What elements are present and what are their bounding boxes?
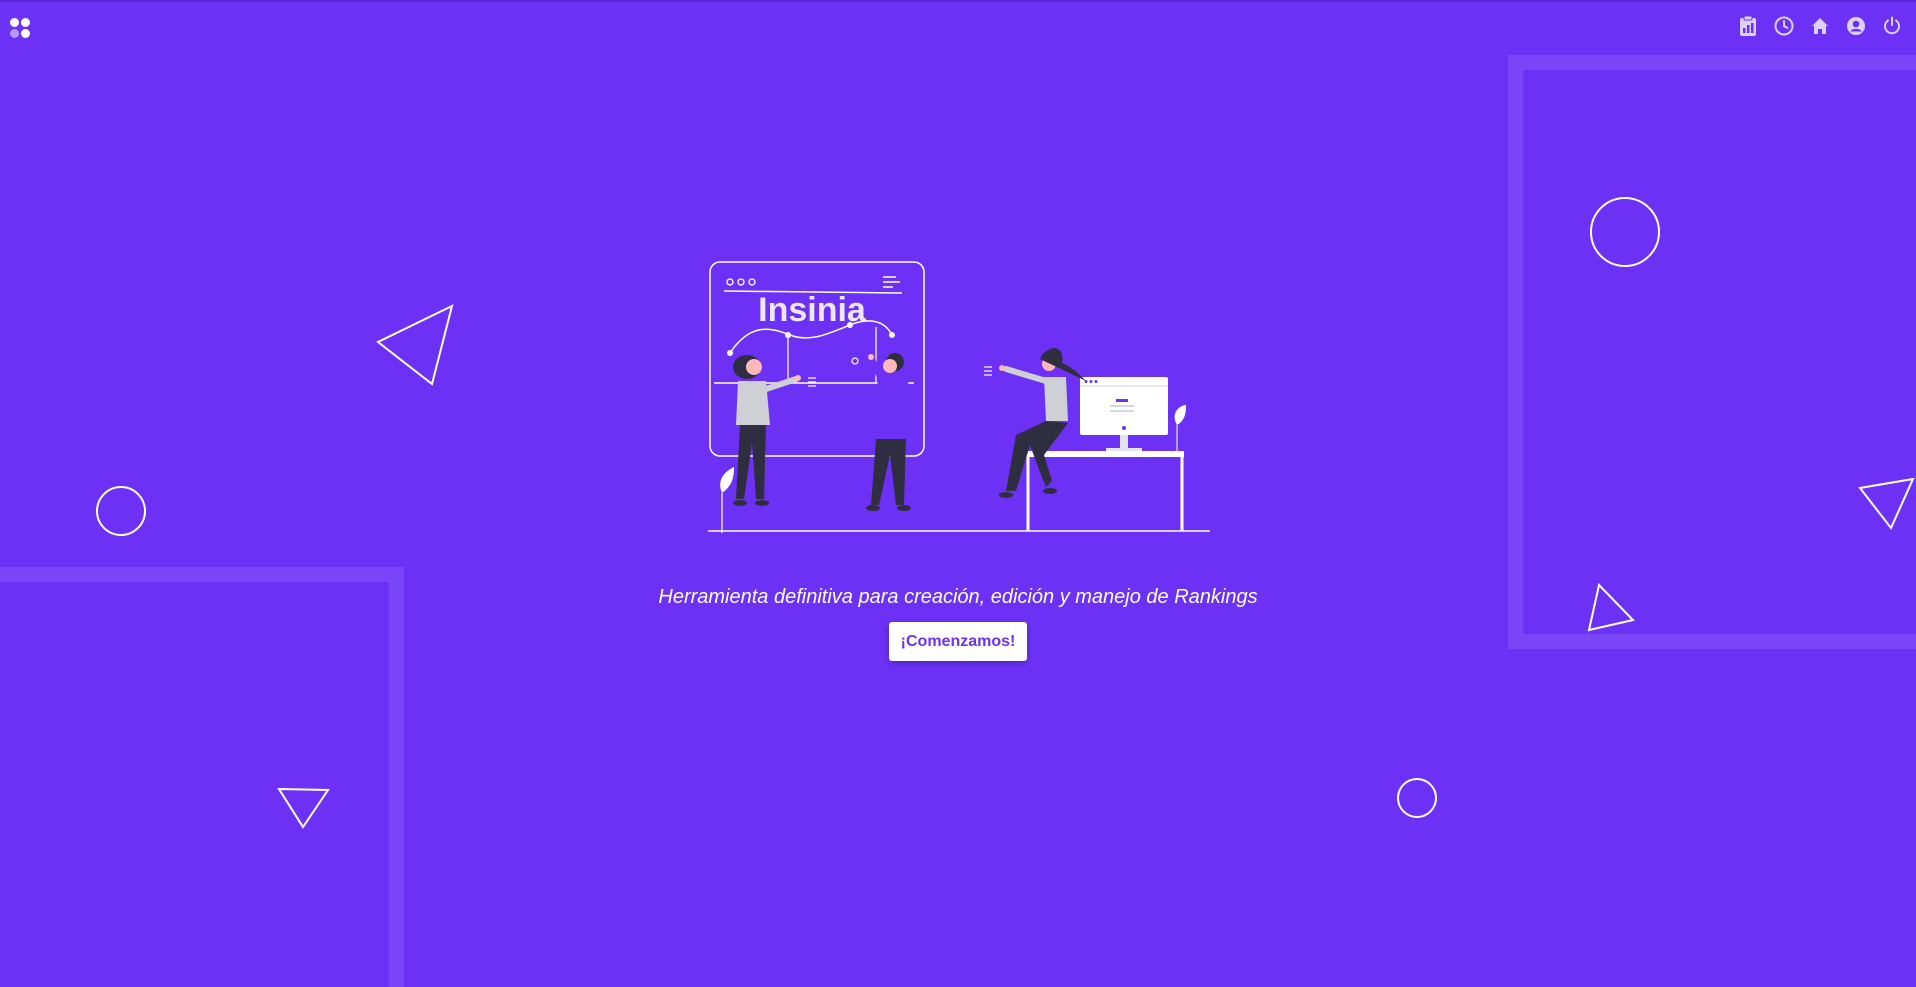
circle-outline-icon [96, 486, 146, 536]
get-started-button[interactable]: ¡Comenzamos! [889, 622, 1027, 661]
logo-dot [21, 18, 30, 27]
clipboard-chart-icon [1740, 15, 1756, 36]
decorative-panel-right [1508, 55, 1916, 649]
logout-button[interactable] [1881, 14, 1903, 38]
top-border [0, 0, 1916, 2]
tagline: Herramienta definitiva para creación, ed… [658, 586, 1258, 608]
header-nav [1737, 14, 1903, 38]
profile-button[interactable] [1845, 14, 1867, 38]
clock-icon [1774, 16, 1794, 36]
triangle-outline-icon [277, 787, 330, 829]
reports-button[interactable] [1737, 14, 1759, 38]
triangle-outline-icon [376, 304, 454, 386]
triangle-outline-icon [1858, 477, 1915, 530]
power-icon [1884, 16, 1900, 35]
user-circle-icon [1847, 17, 1865, 35]
app-logo[interactable] [10, 18, 32, 40]
home-icon [1812, 18, 1828, 34]
home-button[interactable] [1809, 14, 1831, 38]
logo-dot [10, 29, 19, 38]
logo-dot [10, 18, 19, 27]
history-button[interactable] [1773, 14, 1795, 38]
decorative-panel-left [0, 567, 404, 987]
logo-dot [21, 29, 30, 38]
circle-outline-icon [1590, 197, 1660, 267]
hero-illustration: Insinia [708, 261, 1210, 533]
circle-outline-icon [1397, 778, 1437, 818]
